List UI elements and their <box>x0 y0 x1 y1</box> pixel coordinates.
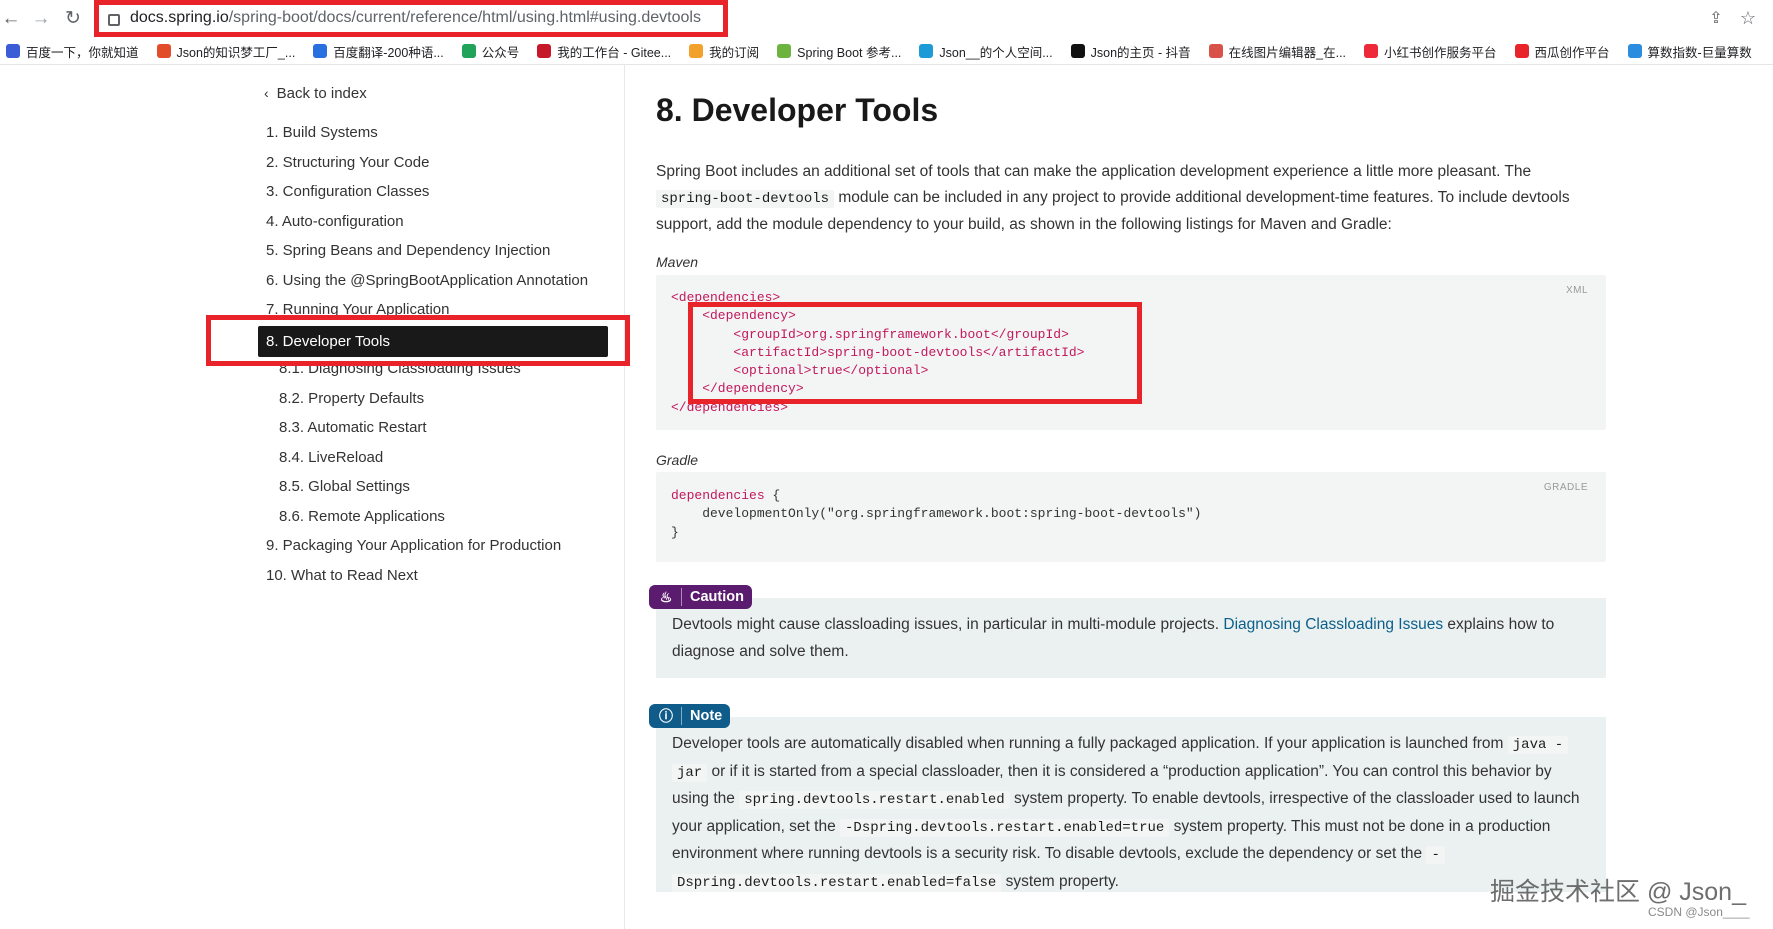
watermark-small: CSDN @Json____ <box>1648 905 1750 919</box>
bookmark-item[interactable]: Json的知识梦工厂_... <box>156 42 295 61</box>
note-admonition: Developer tools are automatically disabl… <box>656 717 1606 892</box>
bookmark-item[interactable]: 我的工作台 - Gitee... <box>537 42 671 61</box>
bookmark-item[interactable]: 算数指数-巨量算数 <box>1627 42 1752 61</box>
bookmark-item[interactable]: 小红书创作服务平台 <box>1364 42 1497 61</box>
bookmark-favicon-icon <box>461 44 476 58</box>
maven-code: <dependencies> <dependency> <groupId>org… <box>671 289 1084 417</box>
bookmark-favicon-icon <box>6 44 20 58</box>
toc-item[interactable]: 6. Using the @SpringBootApplication Anno… <box>266 272 588 289</box>
watermark: 掘金技术社区 @ Json_ <box>1490 878 1746 906</box>
forward-arrow-icon[interactable]: → <box>30 8 52 30</box>
toc-item[interactable]: 1. Build Systems <box>266 124 378 141</box>
url-path: /spring-boot/docs/current/reference/html… <box>228 9 701 26</box>
sidebar-divider <box>624 64 625 929</box>
code-lang-badge: XML <box>1565 285 1588 296</box>
reload-icon[interactable]: ↻ <box>62 8 84 30</box>
diagnosing-classloading-link[interactable]: Diagnosing Classloading Issues <box>1223 616 1443 633</box>
bookmarks-bar: 百度一下，你就知道 Json的知识梦工厂_... 百度翻译-200种语... 公众号我… <box>0 38 1773 65</box>
toc-subitem[interactable]: 8.3. Automatic Restart <box>279 419 427 436</box>
code-line: <groupId>org.springframework.boot</group… <box>671 326 1069 342</box>
maven-label: Maven <box>656 254 699 270</box>
caution-admonition: Devtools might cause classloading issues… <box>656 598 1606 678</box>
share-icon[interactable]: ⇪ <box>1705 8 1727 30</box>
toc-subitem[interactable]: 8.1. Diagnosing Classloading Issues <box>279 360 521 377</box>
bookmark-favicon-icon <box>156 44 171 58</box>
intro-paragraph: Spring Boot includes an additional set o… <box>656 163 1570 233</box>
code-line: </dependency> <box>671 381 804 397</box>
toc-item[interactable]: 5. Spring Beans and Dependency Injection <box>266 242 550 259</box>
bookmark-favicon-icon <box>1070 44 1085 58</box>
toc-subitem[interactable]: 8.4. LiveReload <box>279 449 383 466</box>
bookmark-favicon-icon <box>1514 44 1529 58</box>
bookmark-favicon-icon <box>777 44 792 58</box>
toc-subitem[interactable]: 8.2. Property Defaults <box>279 390 424 407</box>
bookmark-item[interactable]: 西瓜创作平台 <box>1514 42 1610 61</box>
code-line: <dependencies> <box>671 290 781 305</box>
lock-icon <box>108 14 120 26</box>
gradle-code-block: GRADLE dependencies { developmentOnly("o… <box>656 472 1606 562</box>
maven-code-block: XML <dependencies> <dependency> <groupId… <box>656 275 1606 430</box>
caution-text: Devtools might cause classloading issues… <box>672 616 1555 660</box>
toc-item[interactable]: 9. Packaging Your Application for Produc… <box>266 537 561 554</box>
browser-toolbar: ← → ↻ docs.spring.io/spring-boot/docs/cu… <box>0 0 1773 36</box>
bookmark-item[interactable]: Json的主页 - 抖音 <box>1070 42 1191 61</box>
bookmark-item[interactable]: 在线图片编辑器_在... <box>1208 42 1346 61</box>
toc-item[interactable]: 3. Configuration Classes <box>266 183 429 200</box>
bookmark-favicon-icon <box>689 44 704 58</box>
toc-item[interactable]: 4. Auto-configuration <box>266 213 404 230</box>
caution-badge: ♨ Caution <box>649 585 752 609</box>
inline-code: spring-boot-devtools <box>656 190 835 208</box>
bookmark-item[interactable]: Json__的个人空间... <box>919 42 1053 61</box>
gradle-label: Gradle <box>656 452 699 468</box>
code-line: </dependencies> <box>671 399 789 415</box>
bookmark-favicon-icon <box>313 44 328 58</box>
toc-item[interactable]: 7. Running Your Application <box>266 301 449 318</box>
bookmark-favicon-icon <box>1627 44 1642 58</box>
code-lang-badge: GRADLE <box>1543 482 1588 493</box>
chevron-left-icon: ‹ <box>264 85 269 101</box>
code-line: <optional>true</optional> <box>671 363 929 379</box>
bookmark-item[interactable]: Spring Boot 参考... <box>777 42 901 61</box>
bookmark-favicon-icon <box>537 44 552 58</box>
bookmark-favicon-icon <box>1364 44 1379 58</box>
bookmark-favicon-icon <box>919 44 934 58</box>
toc-subitem[interactable]: 8.6. Remote Applications <box>279 508 445 525</box>
info-circle-icon: ⓘ <box>657 707 682 725</box>
bookmark-item[interactable]: 公众号 <box>461 42 519 61</box>
url-host: docs.spring.io <box>130 9 229 26</box>
address-bar[interactable]: docs.spring.io/spring-boot/docs/current/… <box>102 4 722 32</box>
code-line: <artifactId>spring-boot-devtools</artifa… <box>671 344 1085 360</box>
bookmark-star-icon[interactable]: ☆ <box>1737 7 1759 29</box>
toc-item[interactable]: 10. What to Read Next <box>266 567 418 584</box>
bookmark-item[interactable]: 百度翻译-200种语... <box>313 42 444 61</box>
toc-subitem[interactable]: 8.5. Global Settings <box>279 478 410 495</box>
back-arrow-icon[interactable]: ← <box>0 8 22 30</box>
flame-icon: ♨ <box>657 588 682 606</box>
bookmark-item[interactable]: 百度一下，你就知道 <box>6 42 139 61</box>
toc-item[interactable]: 2. Structuring Your Code <box>266 154 429 171</box>
bookmark-favicon-icon <box>1208 44 1223 58</box>
gradle-code: dependencies { developmentOnly("org.spri… <box>671 488 1202 540</box>
back-to-index-link[interactable]: ‹ Back to index <box>264 85 367 102</box>
toc-item-active[interactable]: 8. Developer Tools <box>258 326 608 357</box>
note-badge: ⓘ Note <box>649 704 731 728</box>
note-text: Developer tools are automatically disabl… <box>672 735 1580 892</box>
code-line: <dependency> <box>671 308 796 324</box>
bookmark-item[interactable]: 我的订阅 <box>689 42 759 61</box>
page-title: 8. Developer Tools <box>656 92 939 128</box>
